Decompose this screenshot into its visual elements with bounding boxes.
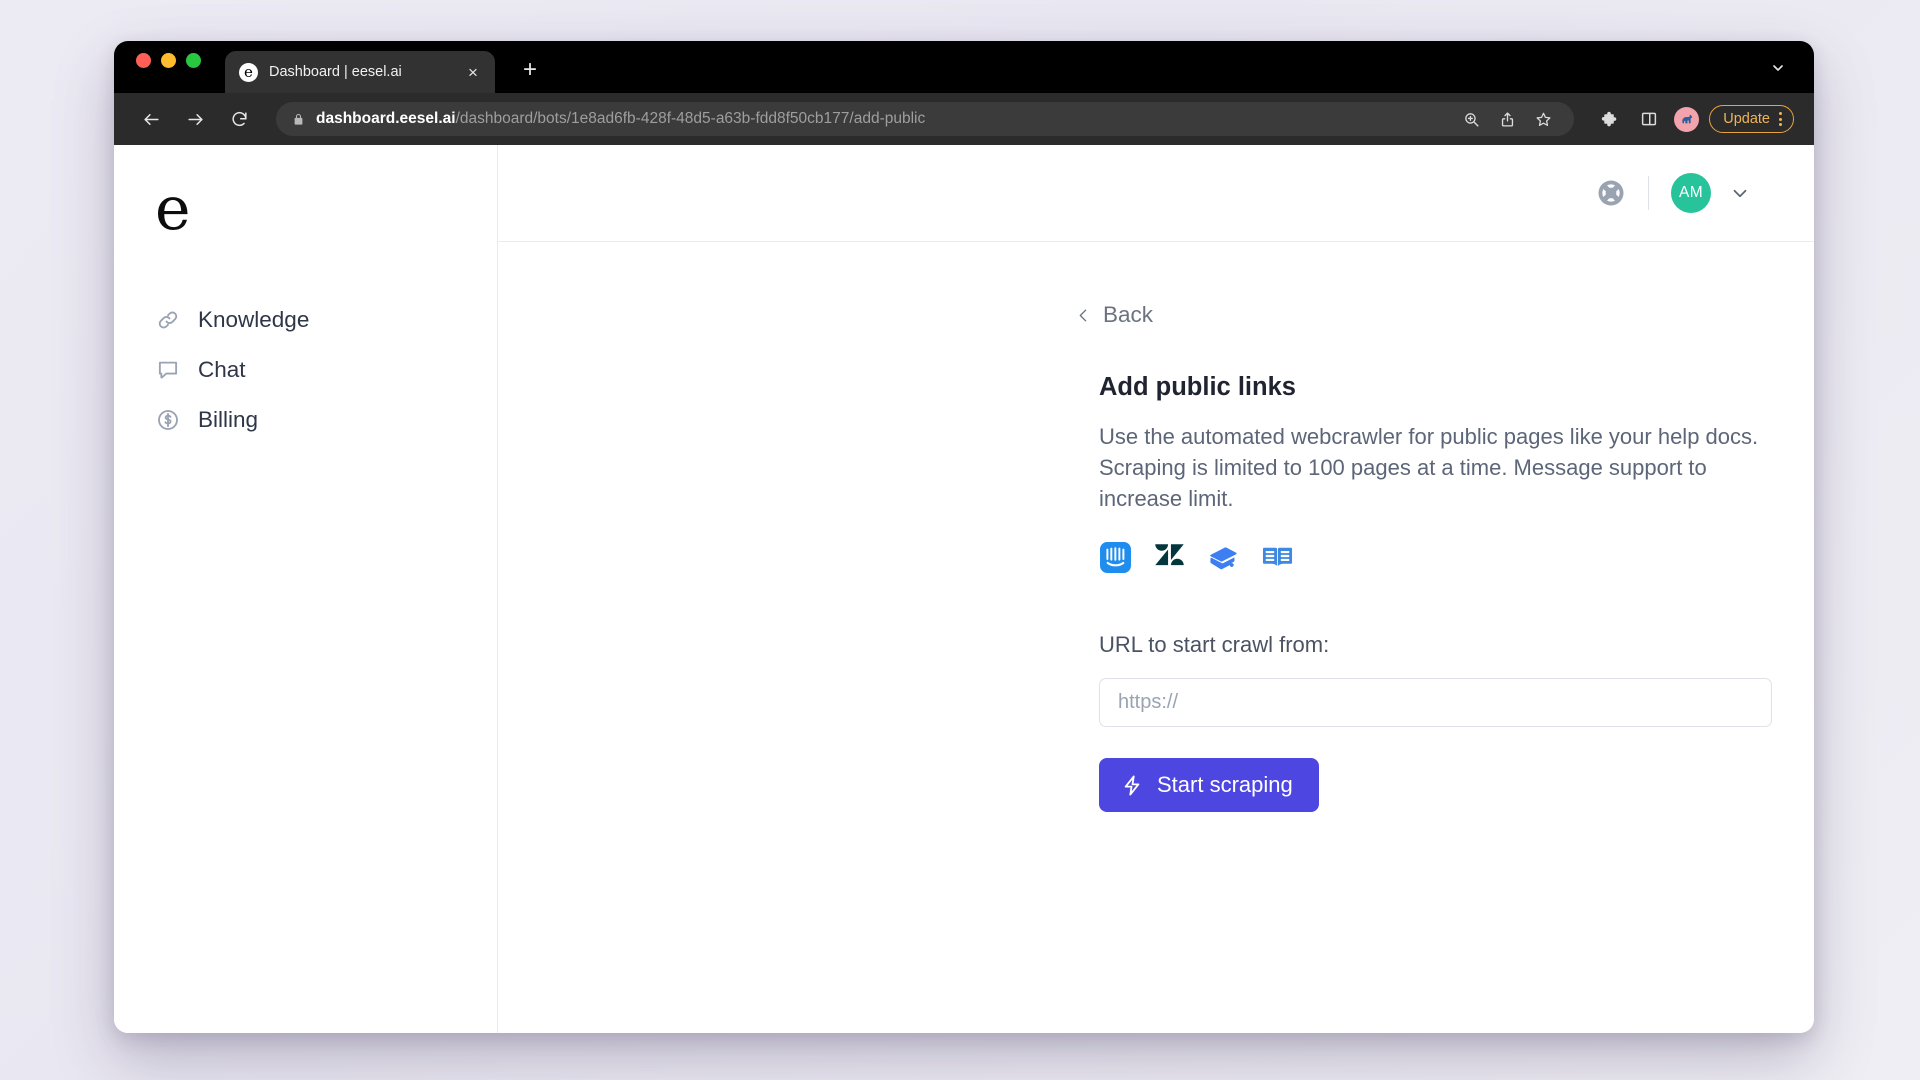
tab-close-icon[interactable]: × xyxy=(463,64,483,81)
back-button[interactable]: Back xyxy=(1075,302,1153,328)
url-path: /dashboard/bots/1e8ad6fb-428f-48d5-a63b-… xyxy=(455,110,926,127)
avatar[interactable]: AM xyxy=(1671,173,1711,213)
browser-extension-group: Update xyxy=(1594,104,1794,134)
header-divider xyxy=(1648,176,1649,210)
sidebar-item-chat[interactable]: Chat xyxy=(114,345,497,395)
intercom-icon xyxy=(1099,541,1132,579)
tab-strip: e Dashboard | eesel.ai × + xyxy=(114,41,1814,93)
lock-icon xyxy=(292,113,305,126)
browser-window: e Dashboard | eesel.ai × + dashboard.ees… xyxy=(114,41,1814,1033)
eesel-logo[interactable]: e xyxy=(114,173,497,239)
chevron-left-icon xyxy=(1079,309,1087,321)
profile-avatar-icon[interactable] xyxy=(1674,106,1700,132)
start-scraping-button[interactable]: Start scraping xyxy=(1099,758,1319,813)
zoom-icon[interactable] xyxy=(1456,104,1486,134)
sidebar-item-knowledge[interactable]: Knowledge xyxy=(114,295,497,345)
tab-list-chevron-icon[interactable] xyxy=(1770,60,1786,81)
sidebar-item-label: Knowledge xyxy=(198,307,310,332)
sidebar-item-billing[interactable]: Billing xyxy=(114,395,497,445)
chat-bubble-icon xyxy=(155,357,181,383)
document360-book-icon xyxy=(1261,541,1294,579)
link-icon xyxy=(155,307,181,333)
browser-toolbar: dashboard.eesel.ai/dashboard/bots/1e8ad6… xyxy=(114,93,1814,145)
window-maximize-button[interactable] xyxy=(186,52,201,68)
back-icon[interactable] xyxy=(136,104,166,134)
sidebar-panel-icon[interactable] xyxy=(1634,104,1664,134)
url-host: dashboard.eesel.ai xyxy=(316,110,456,127)
app-container: e Knowledge Chat Billing AM Back Add pub… xyxy=(114,145,1814,1033)
lifebuoy-help-icon[interactable] xyxy=(1596,178,1626,208)
url-text: dashboard.eesel.ai/dashboard/bots/1e8ad6… xyxy=(316,110,925,128)
window-close-button[interactable] xyxy=(136,52,151,68)
window-traffic-lights xyxy=(136,41,201,93)
address-bar[interactable]: dashboard.eesel.ai/dashboard/bots/1e8ad6… xyxy=(276,102,1575,136)
sidebar-item-label: Billing xyxy=(198,407,259,432)
sidebar-nav: Knowledge Chat Billing xyxy=(114,295,497,445)
browser-menu-kebab-icon[interactable] xyxy=(1776,112,1785,126)
back-label: Back xyxy=(1103,302,1154,327)
forward-icon[interactable] xyxy=(180,104,210,134)
sidebar-item-label: Chat xyxy=(198,357,246,382)
page-description: Use the automated webcrawler for public … xyxy=(1099,423,1759,511)
reload-icon[interactable] xyxy=(224,104,254,134)
chevron-down-icon[interactable] xyxy=(1729,182,1751,204)
url-input[interactable] xyxy=(1099,678,1772,728)
app-header: AM xyxy=(498,145,1814,242)
confluence-book-icon xyxy=(1207,541,1240,579)
omnibox-actions xyxy=(1456,104,1558,134)
window-minimize-button[interactable] xyxy=(161,52,176,68)
new-tab-button[interactable]: + xyxy=(517,58,543,82)
page-title: Add public links xyxy=(1099,372,1296,401)
bookmark-star-icon[interactable] xyxy=(1528,104,1558,134)
eesel-favicon: e xyxy=(239,62,258,82)
url-field-label: URL to start crawl from: xyxy=(1099,632,1330,658)
zendesk-icon xyxy=(1153,541,1186,579)
integration-icon-row xyxy=(1099,541,1814,579)
extensions-puzzle-icon[interactable] xyxy=(1594,104,1624,134)
share-icon[interactable] xyxy=(1492,104,1522,134)
update-button-label: Update xyxy=(1723,111,1770,127)
main-panel: Back Add public links Use the automated … xyxy=(498,242,1814,1033)
tab-title: Dashboard | eesel.ai xyxy=(269,64,402,80)
browser-tab[interactable]: e Dashboard | eesel.ai × xyxy=(225,51,495,93)
app-content: AM Back Add public links Use the automat… xyxy=(498,145,1814,1033)
start-scraping-label: Start scraping xyxy=(1157,772,1293,798)
lightning-bolt-icon xyxy=(1121,774,1144,797)
dollar-circle-icon xyxy=(155,407,181,433)
update-button[interactable]: Update xyxy=(1709,105,1794,133)
app-sidebar: e Knowledge Chat Billing xyxy=(114,145,498,1033)
